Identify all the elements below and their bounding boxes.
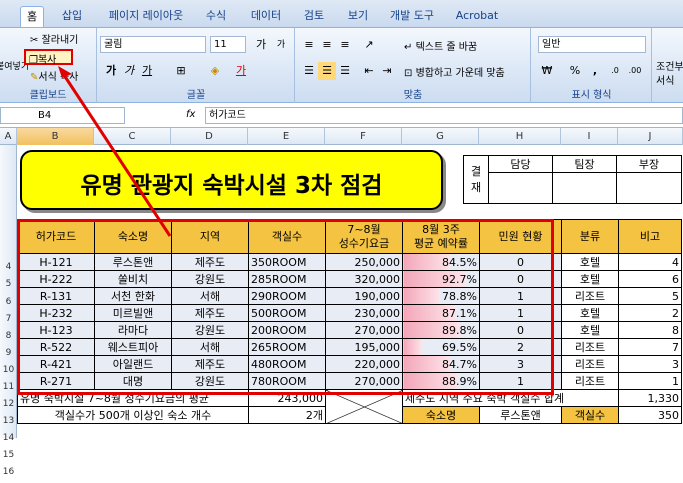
arrow-overlay [58, 66, 172, 237]
red-arrow-line [60, 71, 172, 237]
red-arrow-head [58, 66, 72, 78]
row-header[interactable]: 15 [0, 450, 17, 466]
row-header[interactable]: 16 [0, 467, 17, 483]
